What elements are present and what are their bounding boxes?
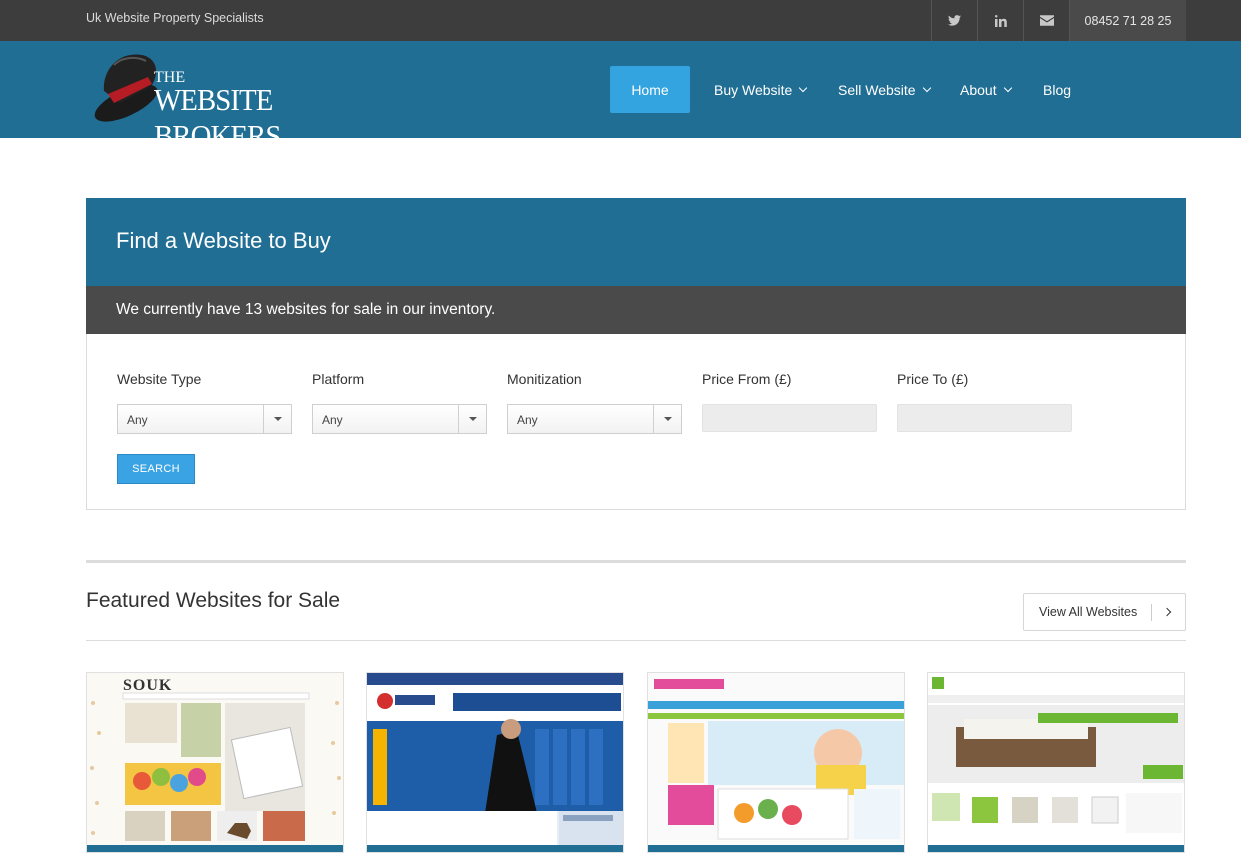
top-bar: Uk Website Property Specialists 08452 71… [0, 0, 1241, 41]
site-logo[interactable]: THE WEBSITE BROKERS [90, 47, 330, 153]
price-from-label: Price From (£) [702, 371, 792, 387]
website-screenshot-image [928, 673, 1184, 852]
twitter-icon [948, 15, 961, 26]
nav-home[interactable]: Home [610, 66, 690, 113]
section-divider [86, 640, 1186, 641]
nav-home-label: Home [631, 81, 669, 98]
inventory-bar: We currently have 13 websites for sale i… [86, 286, 1186, 334]
button-separator [1151, 604, 1152, 621]
monitization-value: Any [517, 413, 538, 427]
nav-sell-website[interactable]: Sell Website [838, 66, 931, 113]
section-divider [86, 560, 1186, 563]
website-type-label: Website Type [117, 371, 202, 387]
nav-blog-label: Blog [1043, 81, 1072, 98]
email-link[interactable] [1023, 0, 1069, 41]
website-type-select[interactable]: Any [117, 404, 292, 434]
envelope-icon [1039, 15, 1054, 26]
chevron-right-icon [1162, 607, 1172, 617]
dropdown-arrow-icon [263, 405, 291, 433]
linkedin-icon [994, 14, 1007, 27]
card-bottom-bar [648, 845, 904, 852]
card-bottom-bar [367, 845, 623, 852]
website-screenshot-image [367, 673, 623, 852]
search-panel-title: Find a Website to Buy [116, 228, 331, 253]
platform-label: Platform [312, 371, 365, 387]
nav-sell-website-label: Sell Website [838, 81, 916, 98]
inventory-count-text: We currently have 13 websites for sale i… [116, 301, 496, 318]
view-all-label: View All Websites [1039, 605, 1138, 619]
chevron-down-icon [922, 83, 931, 92]
dropdown-arrow-icon [458, 405, 486, 433]
linkedin-link[interactable] [977, 0, 1023, 41]
featured-title: Featured Websites for Sale [86, 589, 341, 612]
dropdown-arrow-icon [653, 405, 681, 433]
logo-text-main: WEBSITE BROKERS [154, 82, 281, 153]
featured-website-card[interactable] [366, 672, 624, 853]
site-header: THE WEBSITE BROKERS Home Buy Website Sel… [0, 41, 1241, 153]
thumb-site-name: SOUK [123, 677, 173, 694]
featured-website-card[interactable] [647, 672, 905, 853]
platform-value: Any [322, 413, 343, 427]
nav-buy-website-label: Buy Website [714, 81, 793, 98]
chevron-down-icon [1003, 83, 1012, 92]
nav-blog[interactable]: Blog [1043, 66, 1071, 113]
nav-about[interactable]: About [960, 66, 1012, 113]
nav-about-label: About [960, 81, 997, 98]
platform-select[interactable]: Any [312, 404, 487, 434]
search-button[interactable]: SEARCH [117, 454, 195, 484]
featured-website-card[interactable]: SOUK [86, 672, 344, 853]
chevron-down-icon [799, 83, 808, 92]
phone-number[interactable]: 08452 71 28 25 [1069, 0, 1186, 41]
website-type-value: Any [127, 413, 148, 427]
monitization-select[interactable]: Any [507, 404, 682, 434]
tagline: Uk Website Property Specialists [86, 11, 264, 25]
website-screenshot-image [648, 673, 904, 852]
view-all-websites-button[interactable]: View All Websites [1023, 593, 1186, 631]
twitter-link[interactable] [931, 0, 977, 41]
card-bottom-bar [928, 845, 1184, 852]
search-panel: Find a Website to Buy We currently have … [86, 198, 1186, 510]
website-screenshot-image [87, 673, 343, 852]
nav-buy-website[interactable]: Buy Website [714, 66, 808, 113]
price-to-label: Price To (£) [897, 371, 969, 387]
price-from-input[interactable] [702, 404, 877, 432]
card-bottom-bar [87, 845, 343, 852]
featured-website-card[interactable] [927, 672, 1185, 853]
price-to-input[interactable] [897, 404, 1072, 432]
monitization-label: Monitization [507, 371, 582, 387]
search-panel-header: Find a Website to Buy [86, 198, 1186, 287]
